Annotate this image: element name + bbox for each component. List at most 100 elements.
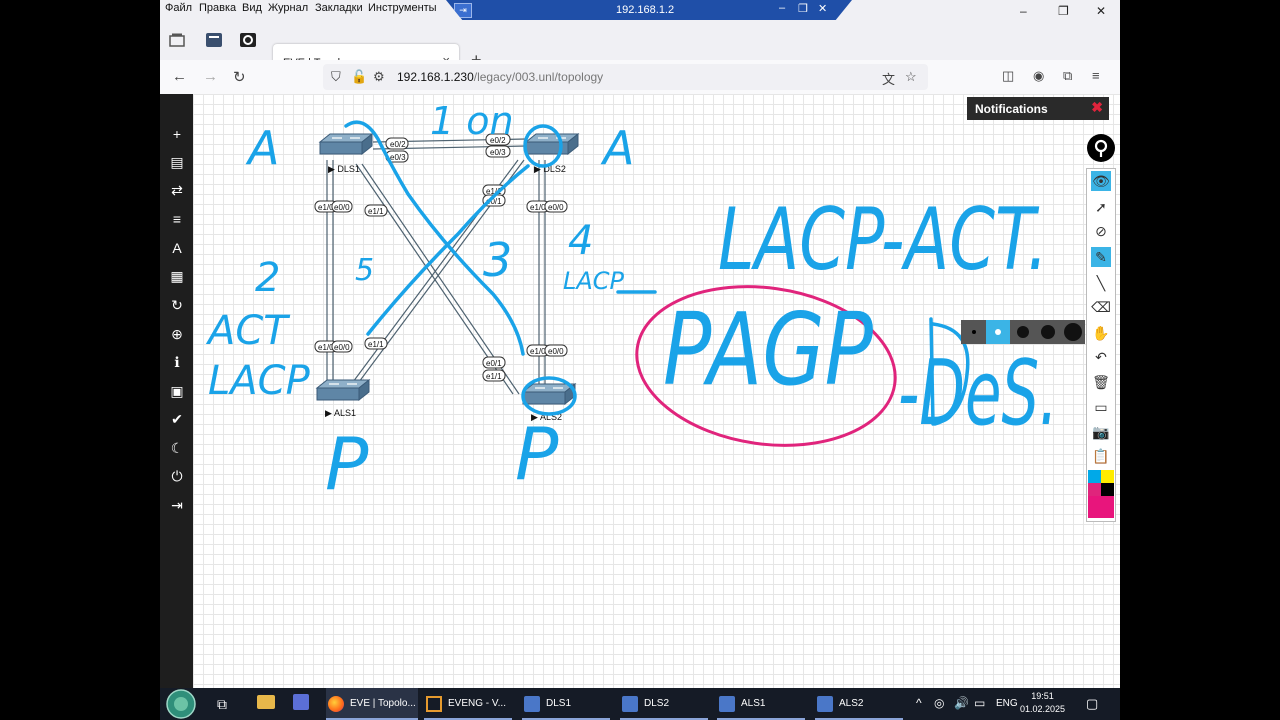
notifications-title: Notifications xyxy=(975,102,1048,116)
back-icon[interactable]: ← xyxy=(172,68,187,85)
bookmark-star-icon[interactable]: ☆ xyxy=(905,69,917,85)
account-icon[interactable]: ◉ xyxy=(1033,68,1044,84)
status-check-icon[interactable]: ✔ xyxy=(168,411,186,427)
lab-details-icon[interactable]: ▣ xyxy=(168,383,186,399)
url-bar[interactable]: ⛉ 🔓 ⚙ 192.168.1.230/legacy/003.unl/topol… xyxy=(323,64,928,90)
pen-size-4[interactable] xyxy=(1041,325,1055,339)
reload-icon[interactable]: ↻ xyxy=(233,68,246,86)
tracking-shield-icon[interactable]: ⛉ xyxy=(331,69,341,85)
node-label-dls1[interactable]: ▶ DLS1 xyxy=(328,164,360,174)
notifications-close-icon[interactable]: ✖ xyxy=(1091,99,1103,116)
menu-history[interactable]: Журнал xyxy=(268,2,308,14)
info-icon[interactable]: ℹ xyxy=(168,354,186,370)
forward-icon[interactable]: → xyxy=(203,68,218,85)
pen-size-1[interactable] xyxy=(972,330,976,334)
terminal-icon xyxy=(719,696,735,712)
tray-app-icon[interactable]: ◎ xyxy=(934,696,944,710)
camera-icon[interactable]: 📷 xyxy=(1091,422,1111,442)
port-label: e0/0 xyxy=(544,344,568,357)
networks-icon[interactable]: ⇄ xyxy=(168,182,186,198)
window-restore-icon[interactable]: ❐ xyxy=(1058,4,1069,18)
line-tool-icon[interactable]: ╲ xyxy=(1091,273,1111,293)
text-icon[interactable]: A xyxy=(168,240,186,256)
menu-tools[interactable]: Инструменты xyxy=(368,2,437,14)
taskbar-item-firefox[interactable]: EVE | Topolo... xyxy=(326,688,418,720)
pen-size-3[interactable] xyxy=(1017,326,1029,338)
annotation-p-left: P xyxy=(325,422,369,506)
save-app-icon[interactable] xyxy=(293,694,309,710)
language-indicator[interactable]: ENG xyxy=(996,698,1018,709)
color-black[interactable] xyxy=(1101,483,1114,496)
visibility-eye-icon[interactable]: 👁 xyxy=(1091,171,1111,191)
clipboard-icon[interactable]: 📋 xyxy=(1091,446,1111,466)
vnc-close-icon[interactable]: ✕ xyxy=(818,2,827,15)
menu-view[interactable]: Вид xyxy=(242,2,262,14)
eraser-icon[interactable]: ⌫ xyxy=(1091,297,1111,317)
dark-mode-icon[interactable]: ☾ xyxy=(168,440,186,456)
tab-overview-icon[interactable] xyxy=(169,33,185,47)
power-icon[interactable]: ⏻ xyxy=(168,468,186,484)
notification-center-icon[interactable]: ▢ xyxy=(1086,696,1098,712)
task-view-icon[interactable]: ⧉ xyxy=(217,696,227,713)
menu-edit[interactable]: Правка xyxy=(199,2,236,14)
terminal-icon xyxy=(817,696,833,712)
add-object-icon[interactable]: + xyxy=(168,126,186,142)
switch-als2-icon[interactable] xyxy=(522,383,576,405)
tray-chevron-icon[interactable]: ^ xyxy=(916,696,922,710)
url-path: /legacy/003.unl/topology xyxy=(473,70,604,84)
logout-icon[interactable]: ⇥ xyxy=(168,497,186,513)
switch-dls2-icon[interactable] xyxy=(525,133,579,155)
clock[interactable]: 19:51 01.02.2025 xyxy=(1020,690,1065,716)
extensions-icon[interactable]: ⧉ xyxy=(1063,68,1072,84)
start-orb-icon[interactable] xyxy=(166,689,196,719)
volume-icon[interactable]: 🔊 xyxy=(954,696,969,710)
switch-dls1-icon[interactable] xyxy=(319,133,373,155)
topology-canvas[interactable]: ▶ DLS1 ▶ DLS2 ▶ ALS1 ▶ ALS2 e0/2 e0/3 e0… xyxy=(193,94,1120,688)
startup-configs-icon[interactable]: ≡ xyxy=(168,211,186,227)
pen-size-2-selected[interactable] xyxy=(986,320,1010,344)
vnc-minimize-icon[interactable]: – xyxy=(779,2,785,14)
pin-icon[interactable]: ⇥ xyxy=(454,3,472,18)
pointer-icon[interactable]: ➚ xyxy=(1091,197,1111,217)
taskbar-item-als2[interactable]: ALS2 xyxy=(815,688,903,720)
taskbar-item-dls2[interactable]: DLS2 xyxy=(620,688,708,720)
grid-icon[interactable]: ▦ xyxy=(168,268,186,284)
insecure-lock-icon[interactable]: 🔓 xyxy=(351,69,367,85)
taskbar-label: EVE | Topolo... xyxy=(350,698,416,709)
pen-size-5[interactable] xyxy=(1064,323,1082,341)
annotation-five: 5 xyxy=(355,253,374,288)
taskbar-item-vmware[interactable]: EVENG - V... xyxy=(424,688,512,720)
app-menu-icon[interactable]: ≡ xyxy=(1092,68,1100,83)
color-yellow[interactable] xyxy=(1101,470,1114,483)
vnc-restore-icon[interactable]: ❐ xyxy=(798,2,808,15)
pen-tool-icon[interactable]: ✎ xyxy=(1091,247,1111,267)
color-cyan[interactable] xyxy=(1088,470,1101,483)
window-close-icon[interactable]: ✕ xyxy=(1096,4,1106,18)
switch-als1-icon[interactable] xyxy=(316,379,370,401)
hide-drawing-icon[interactable]: ⊘ xyxy=(1091,221,1111,241)
translate-icon[interactable]: 文 xyxy=(882,69,895,88)
trash-icon[interactable]: 🗑 xyxy=(1091,372,1111,392)
menu-file[interactable]: Файл xyxy=(165,2,192,14)
file-explorer-icon[interactable] xyxy=(257,695,275,709)
menu-bookmarks[interactable]: Закладки xyxy=(315,2,363,14)
taskbar-label: DLS1 xyxy=(546,698,572,709)
whiteboard-icon[interactable]: ▭ xyxy=(1091,397,1111,417)
permissions-icon[interactable]: ⚙ xyxy=(373,69,385,85)
zoom-icon[interactable]: ⊕ xyxy=(168,326,186,342)
node-label-als1[interactable]: ▶ ALS1 xyxy=(325,408,356,418)
refresh-icon[interactable]: ↻ xyxy=(168,297,186,313)
color-magenta[interactable] xyxy=(1088,483,1101,496)
hand-pan-icon[interactable]: ✋ xyxy=(1091,323,1111,343)
undo-icon[interactable]: ↶ xyxy=(1091,347,1111,367)
pinned-tab-terminal-icon[interactable] xyxy=(206,33,222,47)
window-minimize-icon[interactable]: – xyxy=(1020,4,1027,18)
network-icon[interactable]: ▭ xyxy=(974,696,985,710)
pocket-icon[interactable]: ◫ xyxy=(1002,68,1014,84)
taskbar-item-als1[interactable]: ALS1 xyxy=(717,688,805,720)
taskbar-item-dls1[interactable]: DLS1 xyxy=(522,688,610,720)
current-color-swatch[interactable] xyxy=(1088,496,1114,518)
draw-tool-toggle-icon[interactable] xyxy=(1086,133,1116,163)
pinned-tab-app-icon[interactable] xyxy=(240,33,256,47)
nodes-icon[interactable]: ▤ xyxy=(168,154,186,170)
